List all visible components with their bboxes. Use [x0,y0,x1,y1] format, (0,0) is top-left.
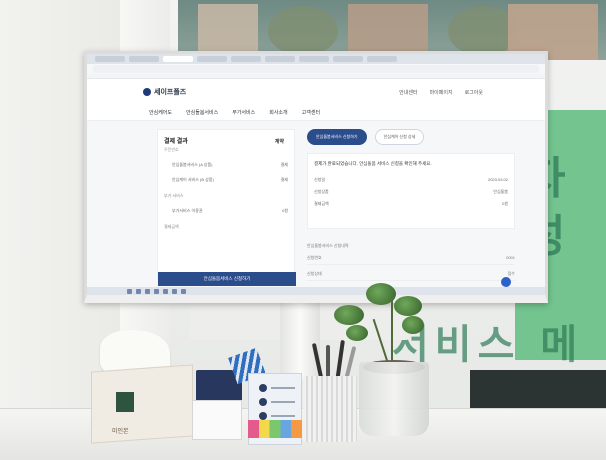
site-header: 세이프폴즈 안내센터 마이페이지 로그아웃 [87,79,545,105]
header-link-logout[interactable]: 로그아웃 [465,89,483,96]
browser-tab-active[interactable] [163,56,193,62]
list-item: 신청상태 접수 [307,271,515,281]
browser-tab[interactable] [299,56,329,62]
row-value: 0원 [282,208,288,213]
tab-apply[interactable]: 안심돌봄서비스 신청하기 [307,129,367,145]
chat-icon[interactable] [501,277,511,287]
taskbar-app-icon[interactable] [163,288,168,294]
plant-leaf [366,283,396,305]
site-logo[interactable]: 세이프폴즈 [143,87,186,97]
taskbar-app-icon[interactable] [181,288,186,294]
tab-detail[interactable]: 안심케어 신청 상세 [374,129,425,145]
photo-scene: 자 성 서비스 메 세이프폴즈 안내센터 마이페이지 로그아 [0,0,606,460]
browser-tab[interactable] [367,56,397,62]
logo-text: 세이프폴즈 [154,89,187,96]
taskbar-app-icon[interactable] [154,288,159,294]
info-value: 2023.03.02 [487,177,508,182]
logo-icon [143,88,151,96]
row-label: 부가서비스 이용권 [172,208,203,213]
browser-tab[interactable] [265,56,295,62]
info-value: 0원 [502,201,508,206]
info-headline: 결제가 완료되었습니다. 안심돌봄 서비스 신청을 확인해 주세요. [314,161,432,166]
flyer-line [271,415,295,417]
browser-tab[interactable] [129,56,159,62]
nav-item[interactable]: 안심돌봄서비스 [186,109,218,116]
browser-tab[interactable] [333,56,363,62]
note-label: 결제금액 [164,224,179,229]
flyer-icon [259,384,267,392]
flyer-line [271,401,295,403]
browser-tab[interactable] [231,56,261,62]
monitor: 세이프폴즈 안내센터 마이페이지 로그아웃 안심케어도 안심돌봄서비스 부가서비… [84,51,548,303]
list-label: 신청상태 [307,271,322,276]
list-value: 접수 [507,271,515,276]
browser-tab-strip [87,54,545,64]
tissue-box [91,364,193,444]
section-label: 부가 서비스 [164,193,184,198]
history-list: 안심돌봄서비스 신청내역 신청번호 0001 신청상태 접수 [307,243,515,281]
address-bar[interactable] [93,65,539,73]
plant-leaf [402,316,424,334]
browser-tab[interactable] [197,56,227,62]
result-row: 안심케어 서비스 (B 상품) 결제 [164,177,288,183]
nav-item[interactable]: 부가서비스 [232,109,255,116]
taskbar-app-icon[interactable] [136,288,141,294]
tissue-box-text: 미인본 [112,428,129,435]
row-value: 결제 [280,177,288,182]
info-row: 결제금액 0원 [314,201,508,207]
result-row: 안심돌봄서비스 (A 상품) 결제 [164,162,288,168]
row-value: 결제 [280,162,288,167]
main-nav: 안심케어도 안심돌봄서비스 부가서비스 회사소개 고객센터 [87,105,545,121]
card-subtitle: 주문번호 [164,147,179,152]
start-icon[interactable] [127,288,132,294]
monitor-stand [280,300,320,380]
nav-item[interactable]: 고객센터 [302,109,320,116]
detail-tabs: 안심돌봄서비스 신청하기 안심케어 신청 상세 [307,129,515,145]
info-value: 안심돌봄 [493,189,508,194]
result-row: 부가서비스 이용권 0원 [164,208,288,214]
browser-tab[interactable] [95,56,125,62]
plant-pot [359,362,429,436]
tissue-box-label [116,392,134,412]
info-row: 신청상품 안심돌봄 [314,189,508,195]
nav-item[interactable]: 회사소개 [269,109,287,116]
page-content: 결제 결과 주문번호 계약 안심돌봄서비스 (A 상품) 결제 안심케어 서비스… [87,121,545,293]
plant-leaf [346,325,368,341]
flyer-icon [259,412,267,420]
sticky-flags [248,420,302,438]
info-label: 신청일 [314,177,326,182]
row-label: 안심케어 서비스 (B 상품) [172,177,214,182]
apply-button[interactable]: 안심돌봄서비스 신청하기 [158,272,296,286]
taskbar-app-icon[interactable] [172,288,177,294]
info-box: 결제가 완료되었습니다. 안심돌봄 서비스 신청을 확인해 주세요. 신청일 2… [307,153,515,229]
header-link-help[interactable]: 안내센터 [399,89,417,96]
list-value: 0001 [506,255,515,260]
row-label: 안심돌봄서비스 (A 상품) [172,162,213,167]
info-label: 신청상품 [314,189,329,194]
header-links: 안내센터 마이페이지 로그아웃 [399,89,483,96]
plant-leaf [394,296,422,316]
list-label: 신청번호 [307,255,322,260]
plant-stem [391,300,393,366]
list-item: 신청번호 0001 [307,255,515,265]
pen-holder [303,376,357,442]
card-title: 결제 결과 [164,139,188,145]
flyer-line [271,387,295,389]
info-row: 신청일 2023.03.02 [314,177,508,183]
detail-panel: 안심돌봄서비스 신청하기 안심케어 신청 상세 결제가 완료되었습니다. 안심돌… [307,129,515,293]
taskbar-app-icon[interactable] [145,288,150,294]
info-label: 결제금액 [314,201,329,206]
list-title: 안심돌봄서비스 신청내역 [307,243,349,248]
os-taskbar [87,287,545,295]
memo-pad [192,400,242,440]
card-side-label: 계약 [274,139,284,145]
nav-item[interactable]: 안심케어도 [149,109,172,116]
header-link-mypage[interactable]: 마이페이지 [430,89,453,96]
result-card: 결제 결과 주문번호 계약 안심돌봄서비스 (A 상품) 결제 안심케어 서비스… [157,129,296,286]
plant-leaf [334,305,364,325]
flyer-icon [259,398,267,406]
